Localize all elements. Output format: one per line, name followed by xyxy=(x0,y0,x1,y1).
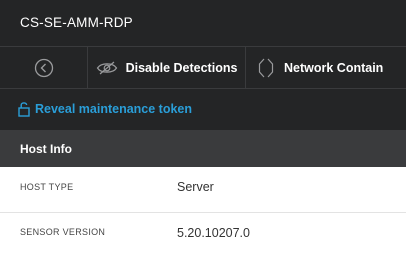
host-action-toolbar: Disable Detections Network Contain xyxy=(0,46,406,89)
network-contain-label: Network Contain xyxy=(284,60,384,75)
host-type-label: HOST TYPE xyxy=(20,182,74,192)
sensor-version-row: SENSOR VERSION 5.20.10207.0 xyxy=(0,213,406,259)
host-type-row: HOST TYPE Server xyxy=(0,167,406,213)
eye-slash-icon xyxy=(96,61,118,75)
circle-chevron-left-icon xyxy=(34,58,54,78)
reveal-maintenance-token-label: Reveal maintenance token xyxy=(35,102,193,116)
host-header: CS-SE-AMM-RDP xyxy=(0,0,406,46)
host-info-section-header: Host Info xyxy=(0,130,406,167)
sensor-version-value: 5.20.10207.0 xyxy=(177,226,250,240)
network-contain-icon xyxy=(258,57,274,79)
disable-detections-button[interactable]: Disable Detections xyxy=(88,47,246,88)
host-info-title: Host Info xyxy=(20,142,72,156)
host-name-title: CS-SE-AMM-RDP xyxy=(20,15,133,30)
maintenance-token-row: Reveal maintenance token xyxy=(0,89,406,130)
reveal-maintenance-token-link[interactable]: Reveal maintenance token xyxy=(18,101,192,117)
host-type-value: Server xyxy=(177,180,214,194)
sensor-version-label: SENSOR VERSION xyxy=(20,227,106,237)
unlock-icon xyxy=(18,101,30,117)
disable-detections-label: Disable Detections xyxy=(125,60,238,75)
network-contain-button[interactable]: Network Contain xyxy=(246,47,406,88)
back-button[interactable] xyxy=(0,47,88,88)
